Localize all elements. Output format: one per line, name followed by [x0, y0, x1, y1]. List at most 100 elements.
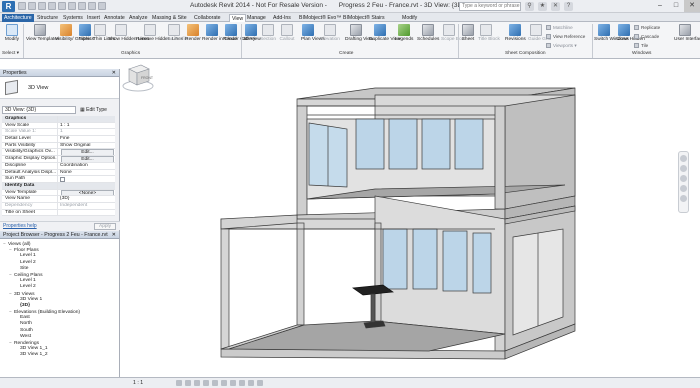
- tab-massing-site[interactable]: Massing & Site: [152, 14, 187, 22]
- tab-add-ins[interactable]: Add-Ins: [273, 14, 291, 22]
- tab-view[interactable]: View: [229, 14, 247, 22]
- property-value[interactable]: Show Original: [58, 143, 115, 149]
- property-edit-button[interactable]: <None>: [58, 189, 115, 196]
- property-value[interactable]: Coordination: [58, 163, 115, 169]
- duplicate-view-button[interactable]: Duplicate View: [369, 24, 401, 42]
- property-value[interactable]: None: [58, 170, 115, 176]
- render-button[interactable]: Render: [185, 24, 201, 42]
- property-value[interactable]: [58, 210, 115, 216]
- cascade-button[interactable]: Cascade: [634, 34, 659, 40]
- minimize-icon[interactable]: –: [652, 0, 668, 12]
- binoculars-icon[interactable]: ⚲: [525, 2, 534, 11]
- visibility-graphics-button[interactable]: Visibility/ Graphics: [55, 24, 94, 42]
- zoom-icon[interactable]: [680, 165, 687, 172]
- measure-icon[interactable]: [68, 2, 76, 10]
- tab-manage[interactable]: Manage: [247, 14, 266, 22]
- matchline-button[interactable]: Matchline: [546, 25, 573, 31]
- sheet-button[interactable]: Sheet: [461, 24, 475, 42]
- edit-type-button[interactable]: ▦ Edit Type: [80, 106, 107, 114]
- property-value[interactable]: 1 : 1: [58, 123, 115, 129]
- property-edit-button[interactable]: Edit...: [58, 149, 115, 156]
- browser-tree-item[interactable]: 3D View 1_2: [3, 352, 118, 358]
- maximize-icon[interactable]: □: [668, 0, 684, 12]
- show-crop-icon[interactable]: [230, 380, 236, 386]
- scope-box-button[interactable]: Scope Box: [441, 24, 464, 42]
- tab-analyze[interactable]: Analyze: [129, 14, 147, 22]
- close-icon[interactable]: ✕: [112, 69, 116, 77]
- text-icon[interactable]: [78, 2, 86, 10]
- viewcube[interactable]: FRONT: [121, 59, 155, 93]
- subscription-icon[interactable]: ★: [538, 2, 547, 11]
- viewports-dropdown[interactable]: Viewports ▾: [546, 43, 577, 49]
- tab-bimobject-evo[interactable]: BIMobject® Evo™: [299, 14, 341, 22]
- show-hidden-lines-button[interactable]: Show Hidden Lines: [108, 24, 149, 42]
- tab-architecture[interactable]: Architecture: [2, 14, 34, 22]
- render-gallery-button[interactable]: Render Gallery: [223, 24, 255, 42]
- plan-views-button[interactable]: Plan Views: [301, 24, 325, 42]
- remove-hidden-lines-button[interactable]: Remove Hidden Lines: [136, 24, 183, 42]
- title-block-button[interactable]: Title Block: [478, 24, 500, 42]
- type-selector[interactable]: 3D View: [0, 77, 119, 99]
- legends-button[interactable]: Legends: [395, 24, 413, 42]
- tab-bimobject-stairs[interactable]: BIMobject® Stairs: [343, 14, 385, 22]
- render-dialog-icon[interactable]: [212, 380, 218, 386]
- open-icon[interactable]: [18, 2, 26, 10]
- 3d-view-button[interactable]: 3D View: [243, 24, 261, 42]
- undo-icon[interactable]: [38, 2, 46, 10]
- search-input[interactable]: Type a keyword or phrase: [459, 2, 521, 11]
- property-value[interactable]: {3D}: [58, 196, 115, 202]
- tab-collaborate[interactable]: Collaborate: [194, 14, 221, 22]
- tab-systems[interactable]: Systems: [63, 14, 83, 22]
- close-icon[interactable]: ✕: [684, 0, 700, 12]
- apply-button[interactable]: Apply: [94, 223, 116, 230]
- section-button[interactable]: Section: [260, 24, 276, 42]
- cut-profile-button[interactable]: Cut Profile: [166, 24, 188, 42]
- property-group[interactable]: Identity Data: [2, 182, 115, 190]
- tab-annotate[interactable]: Annotate: [104, 14, 125, 22]
- properties-help-link[interactable]: Properties help: [3, 223, 37, 229]
- callout-button[interactable]: Callout: [279, 24, 295, 42]
- tab-structure[interactable]: Structure: [37, 14, 58, 22]
- section-icon[interactable]: [98, 2, 106, 10]
- filters-button[interactable]: Filters: [78, 24, 92, 42]
- revisions-button[interactable]: Revisions: [505, 24, 526, 42]
- help-icon[interactable]: ?: [564, 2, 573, 11]
- close-hidden-button[interactable]: Close Hidden: [616, 24, 645, 42]
- property-value[interactable]: Independent: [58, 203, 115, 209]
- user-interface-button[interactable]: User Interface: [674, 24, 700, 42]
- modify-button[interactable]: Modify: [3, 24, 21, 42]
- tab-modify[interactable]: Modify: [402, 14, 417, 22]
- redo-icon[interactable]: [48, 2, 56, 10]
- property-edit-button[interactable]: Edit...: [58, 156, 115, 162]
- save-icon[interactable]: [28, 2, 36, 10]
- 3d-viewport[interactable]: FRONT: [121, 59, 700, 377]
- guide-grid-button[interactable]: Guide Grid: [528, 24, 551, 42]
- property-value[interactable]: 1: [58, 129, 115, 135]
- close-icon[interactable]: ✕: [112, 231, 116, 239]
- steering-wheel-icon[interactable]: [680, 155, 687, 162]
- zoom-extents-icon[interactable]: [680, 195, 687, 202]
- replicate-button[interactable]: Replicate: [634, 25, 660, 31]
- property-value[interactable]: Fine: [58, 136, 115, 142]
- property-value[interactable]: [58, 176, 115, 182]
- shadows-icon[interactable]: [203, 380, 209, 386]
- view-reference-button[interactable]: View Reference: [546, 34, 585, 40]
- instance-filter-dropdown[interactable]: 3D View: {3D}: [2, 106, 76, 114]
- tab-insert[interactable]: Insert: [87, 14, 100, 22]
- elevation-button[interactable]: Elevation: [319, 24, 341, 42]
- tile-button[interactable]: Tile: [634, 43, 648, 49]
- exchange-icon[interactable]: ✕: [551, 2, 560, 11]
- sun-path-checkbox[interactable]: [60, 176, 65, 182]
- select-dropdown[interactable]: Select ▾: [2, 51, 19, 56]
- switch-windows-button[interactable]: Switch Windows: [594, 24, 629, 42]
- print-icon[interactable]: [58, 2, 66, 10]
- visual-style-icon[interactable]: [185, 380, 191, 386]
- render-in-cloud-button[interactable]: Render in Cloud: [202, 24, 237, 42]
- app-menu-button[interactable]: R: [2, 1, 15, 12]
- pan-icon[interactable]: [680, 175, 687, 182]
- view-scale[interactable]: 1 : 1: [133, 380, 143, 386]
- view-templates-button[interactable]: View Templates: [26, 24, 59, 42]
- crop-view-icon[interactable]: [221, 380, 227, 386]
- schedules-button[interactable]: Schedules: [417, 24, 439, 42]
- property-group[interactable]: Graphics: [2, 116, 115, 123]
